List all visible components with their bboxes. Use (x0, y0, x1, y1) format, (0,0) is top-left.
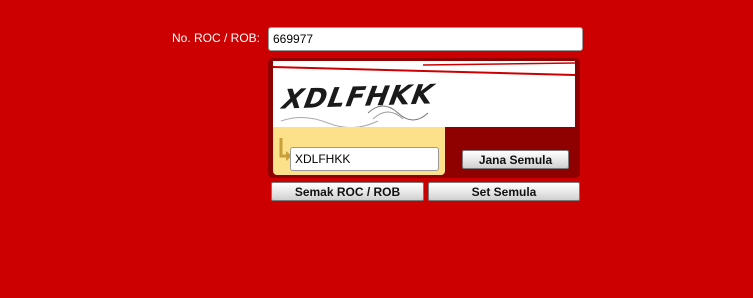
captcha-answer-input[interactable] (290, 147, 439, 171)
captcha-code: XDLFHKK (279, 79, 437, 116)
captcha-panel: XDLFHKK Jana Semula (268, 58, 580, 178)
captcha-image: XDLFHKK (273, 61, 575, 127)
roc-label: No. ROC / ROB: (171, 31, 260, 45)
check-roc-button[interactable]: Semak ROC / ROB (271, 182, 424, 201)
regenerate-captcha-button[interactable]: Jana Semula (462, 150, 569, 169)
roc-input[interactable] (268, 27, 583, 51)
reset-button[interactable]: Set Semula (428, 182, 580, 201)
captcha-answer-area (273, 127, 445, 175)
